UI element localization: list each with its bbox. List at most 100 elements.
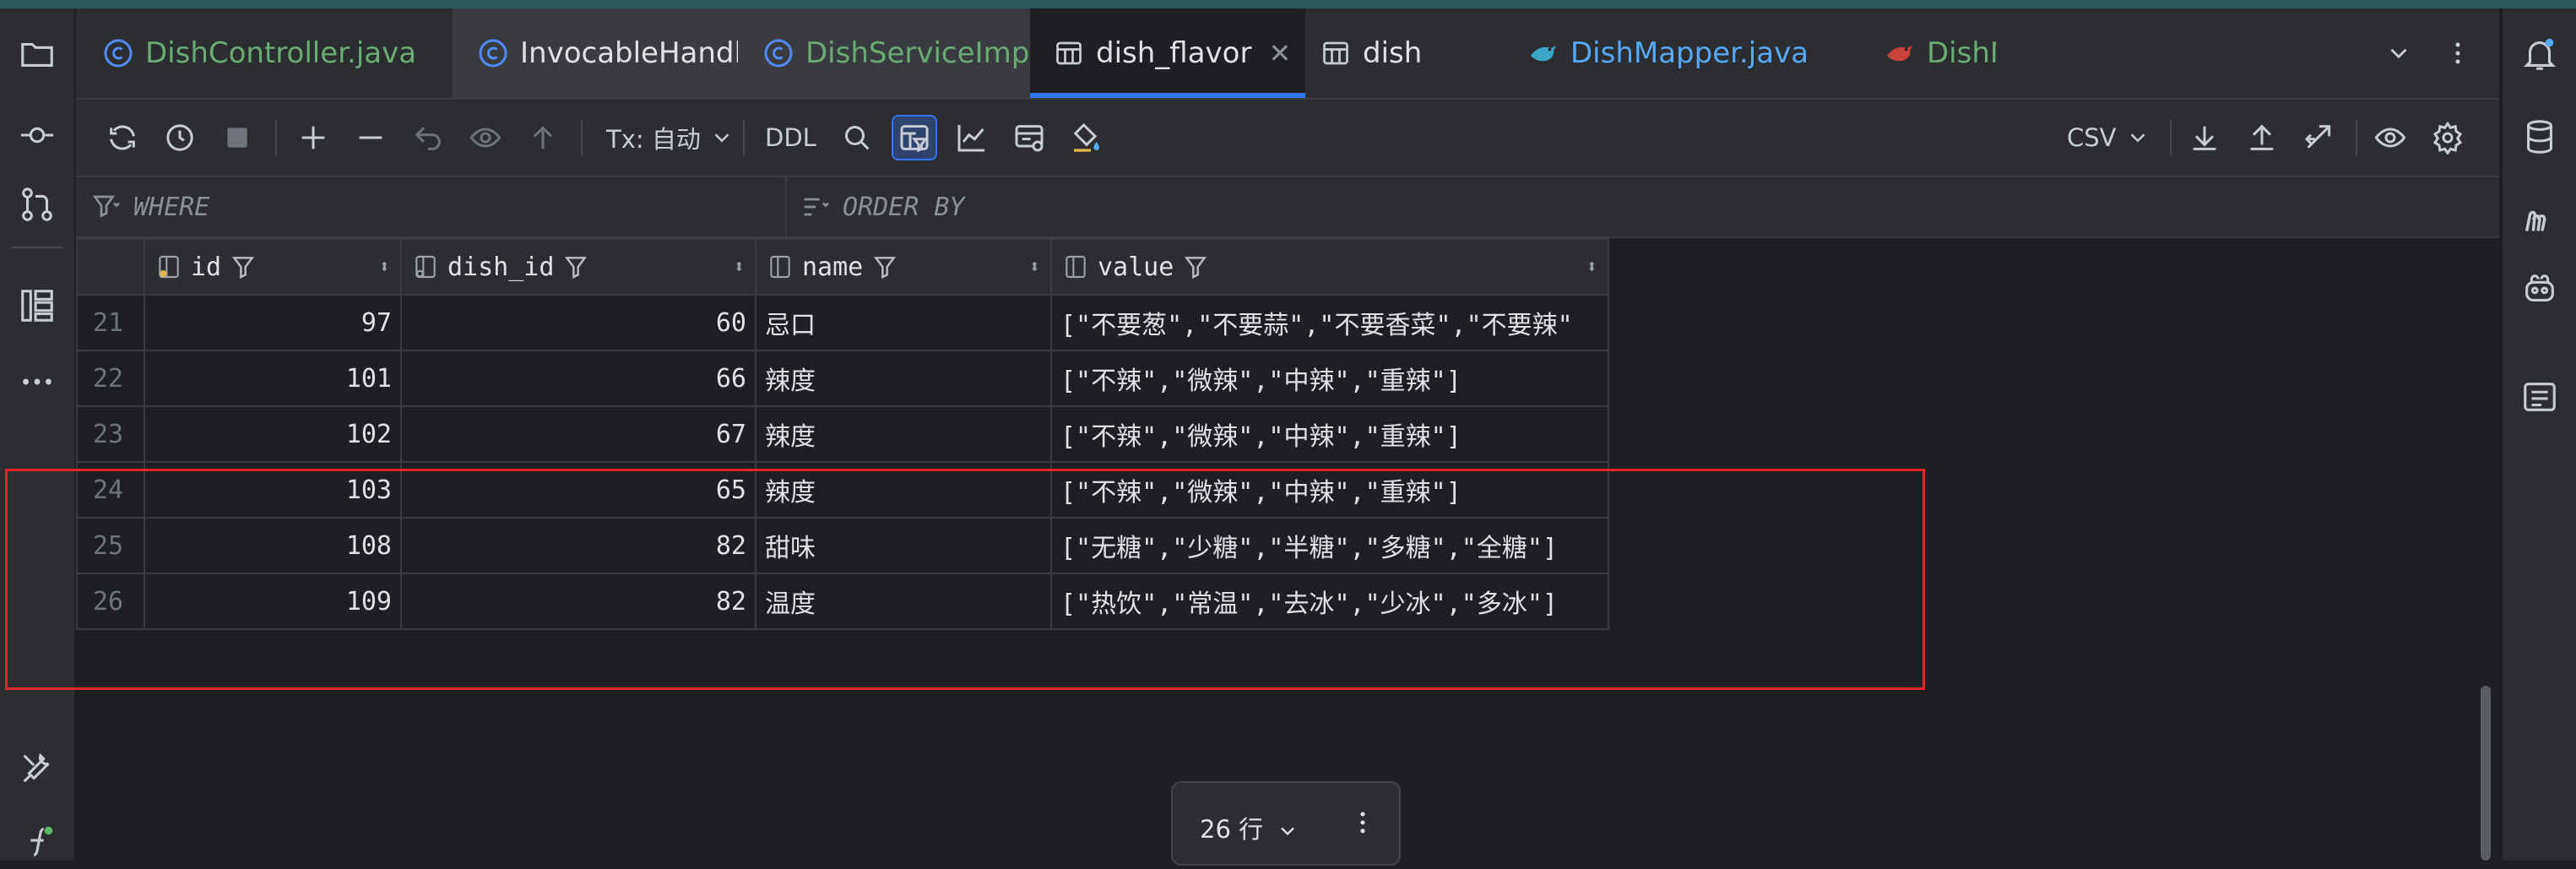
- structure-icon[interactable]: [10, 279, 64, 333]
- chevron-down-icon: [2130, 133, 2145, 143]
- ddl-button[interactable]: DDL: [765, 100, 816, 176]
- view-eye-icon[interactable]: [2367, 115, 2413, 160]
- toolbar-separator: [743, 120, 745, 155]
- mybatis-bird-icon: [1887, 46, 1912, 62]
- cell-value[interactable]: ["不辣","微辣","中辣","重辣"]: [1050, 350, 1609, 407]
- class-icon: [104, 39, 133, 68]
- project-folder-icon[interactable]: [10, 27, 64, 81]
- chart-icon[interactable]: [949, 115, 995, 160]
- sort-icon[interactable]: ⬍: [734, 257, 745, 278]
- sort-icon[interactable]: ⬍: [1029, 257, 1040, 278]
- column-header-id[interactable]: id ⬍: [144, 238, 402, 296]
- compare-arrows-icon[interactable]: [2297, 115, 2342, 160]
- sort-lines-icon: [804, 198, 829, 216]
- key-column-icon: [159, 255, 179, 279]
- table-icon: [1056, 41, 1082, 65]
- functions-icon[interactable]: [10, 815, 64, 869]
- database-icon[interactable]: [2513, 110, 2567, 164]
- close-tab-icon[interactable]: ✕: [1268, 37, 1291, 69]
- upload-icon[interactable]: [2239, 115, 2285, 160]
- row-number: 23: [76, 405, 145, 463]
- reload-icon[interactable]: [100, 115, 145, 160]
- chevron-down-icon: [1281, 827, 1295, 836]
- tab-dish-controller[interactable]: DishController.java: [76, 8, 453, 98]
- column-filter-icon[interactable]: [230, 253, 257, 280]
- table-row[interactable]: 21 97 60 忌口 ["不要葱","不要蒜","不要香菜","不要辣": [76, 294, 1609, 351]
- cell-name[interactable]: 辣度: [755, 350, 1052, 407]
- cell-id[interactable]: 102: [144, 405, 402, 463]
- class-icon: [479, 39, 507, 68]
- scrollbar-thumb[interactable]: [2481, 686, 2491, 861]
- settings-gear-icon[interactable]: [2425, 115, 2470, 160]
- order-by-input[interactable]: ORDER BY: [800, 177, 2405, 236]
- task-list-icon[interactable]: [2513, 370, 2567, 424]
- search-icon[interactable]: [834, 115, 880, 160]
- column-header-name[interactable]: name ⬍: [755, 238, 1052, 296]
- column-filter-icon[interactable]: [871, 253, 898, 280]
- tab-dish-service-impl[interactable]: DishServiceImpl.java: [738, 8, 1030, 98]
- row-count-pager: 26 行: [1171, 781, 1401, 866]
- history-clock-icon[interactable]: [157, 115, 203, 160]
- maven-icon[interactable]: [2513, 193, 2567, 247]
- cell-value[interactable]: ["不要葱","不要蒜","不要香菜","不要辣": [1050, 294, 1609, 351]
- row-number-header: [76, 238, 145, 296]
- add-row-plus-icon[interactable]: [290, 115, 336, 160]
- stop-icon[interactable]: [214, 115, 260, 160]
- cell-dish-id[interactable]: 66: [400, 350, 757, 407]
- red-highlight-annotation: [5, 469, 1925, 690]
- filter-divider: [785, 177, 787, 236]
- transaction-mode-dropdown[interactable]: Tx: 自动: [606, 100, 735, 176]
- submit-arrow-up-icon[interactable]: [520, 115, 566, 160]
- view-as-form-icon[interactable]: [1006, 115, 1052, 160]
- cell-value[interactable]: ["不辣","微辣","中辣","重辣"]: [1050, 405, 1609, 463]
- filter-funnel-icon: [92, 195, 120, 218]
- tab-dish-flavor[interactable]: dish_flavor ✕: [1030, 8, 1305, 98]
- where-label: WHERE: [133, 192, 210, 222]
- delete-row-minus-icon[interactable]: [348, 115, 393, 160]
- cell-dish-id[interactable]: 60: [400, 294, 757, 351]
- tab-label: InvocableHandlerMethod.class: [520, 36, 738, 70]
- sort-icon[interactable]: ⬍: [1586, 257, 1597, 278]
- export-format-dropdown[interactable]: CSV: [2067, 100, 2150, 176]
- tab-options-more-icon[interactable]: [2438, 34, 2477, 73]
- more-tools-icon[interactable]: [10, 355, 64, 409]
- cell-id[interactable]: 101: [144, 350, 402, 407]
- tab-dish-mapper[interactable]: DishMapper.java: [1505, 8, 1868, 98]
- row-count-dropdown[interactable]: 26 行: [1200, 810, 1299, 845]
- table-row[interactable]: 23 102 67 辣度 ["不辣","微辣","中辣","重辣"]: [76, 405, 1609, 463]
- tab-invocable-handler-method[interactable]: InvocableHandlerMethod.class: [453, 8, 738, 98]
- preview-changes-eye-icon[interactable]: [463, 115, 508, 160]
- row-count-label: 26 行: [1200, 815, 1264, 844]
- vertical-scrollbar[interactable]: [2477, 238, 2494, 861]
- commit-icon[interactable]: [10, 108, 64, 162]
- sort-icon[interactable]: ⬍: [379, 257, 390, 278]
- column-header-value[interactable]: value ⬍: [1050, 238, 1609, 296]
- cell-name[interactable]: 辣度: [755, 405, 1052, 463]
- cell-id[interactable]: 97: [144, 294, 402, 351]
- notifications-bell-icon[interactable]: [2513, 27, 2567, 81]
- toolbar-separator: [2356, 120, 2357, 155]
- column-filter-icon[interactable]: [562, 253, 589, 280]
- cell-dish-id[interactable]: 67: [400, 405, 757, 463]
- transaction-mode-label: Tx: 自动: [606, 125, 701, 154]
- copilot-icon[interactable]: [2513, 262, 2567, 316]
- cell-name[interactable]: 忌口: [755, 294, 1052, 351]
- table-row[interactable]: 22 101 66 辣度 ["不辣","微辣","中辣","重辣"]: [76, 350, 1609, 407]
- window-top-strip: [0, 0, 2576, 8]
- column-name: value: [1098, 252, 1174, 282]
- download-icon[interactable]: [2182, 115, 2227, 160]
- pull-requests-icon[interactable]: [10, 177, 64, 231]
- tab-dish-mapper-xml[interactable]: DishMa: [1868, 8, 1996, 98]
- column-header-dish-id[interactable]: dish_id ⬍: [400, 238, 757, 296]
- toolbar-separator: [2170, 120, 2172, 155]
- build-tools-icon[interactable]: [10, 741, 64, 796]
- tab-list-chevron-down-icon[interactable]: [2379, 34, 2418, 73]
- tab-dish[interactable]: dish: [1305, 8, 1505, 98]
- column-filter-icon[interactable]: [1182, 253, 1209, 280]
- filter-toggle-icon[interactable]: [892, 115, 937, 160]
- where-filter-input[interactable]: WHERE: [91, 177, 767, 236]
- color-fill-icon[interactable]: [1064, 115, 1109, 160]
- right-tool-stripe: [2501, 8, 2576, 861]
- pager-more-options-icon[interactable]: [1342, 801, 1384, 844]
- revert-undo-icon[interactable]: [405, 115, 451, 160]
